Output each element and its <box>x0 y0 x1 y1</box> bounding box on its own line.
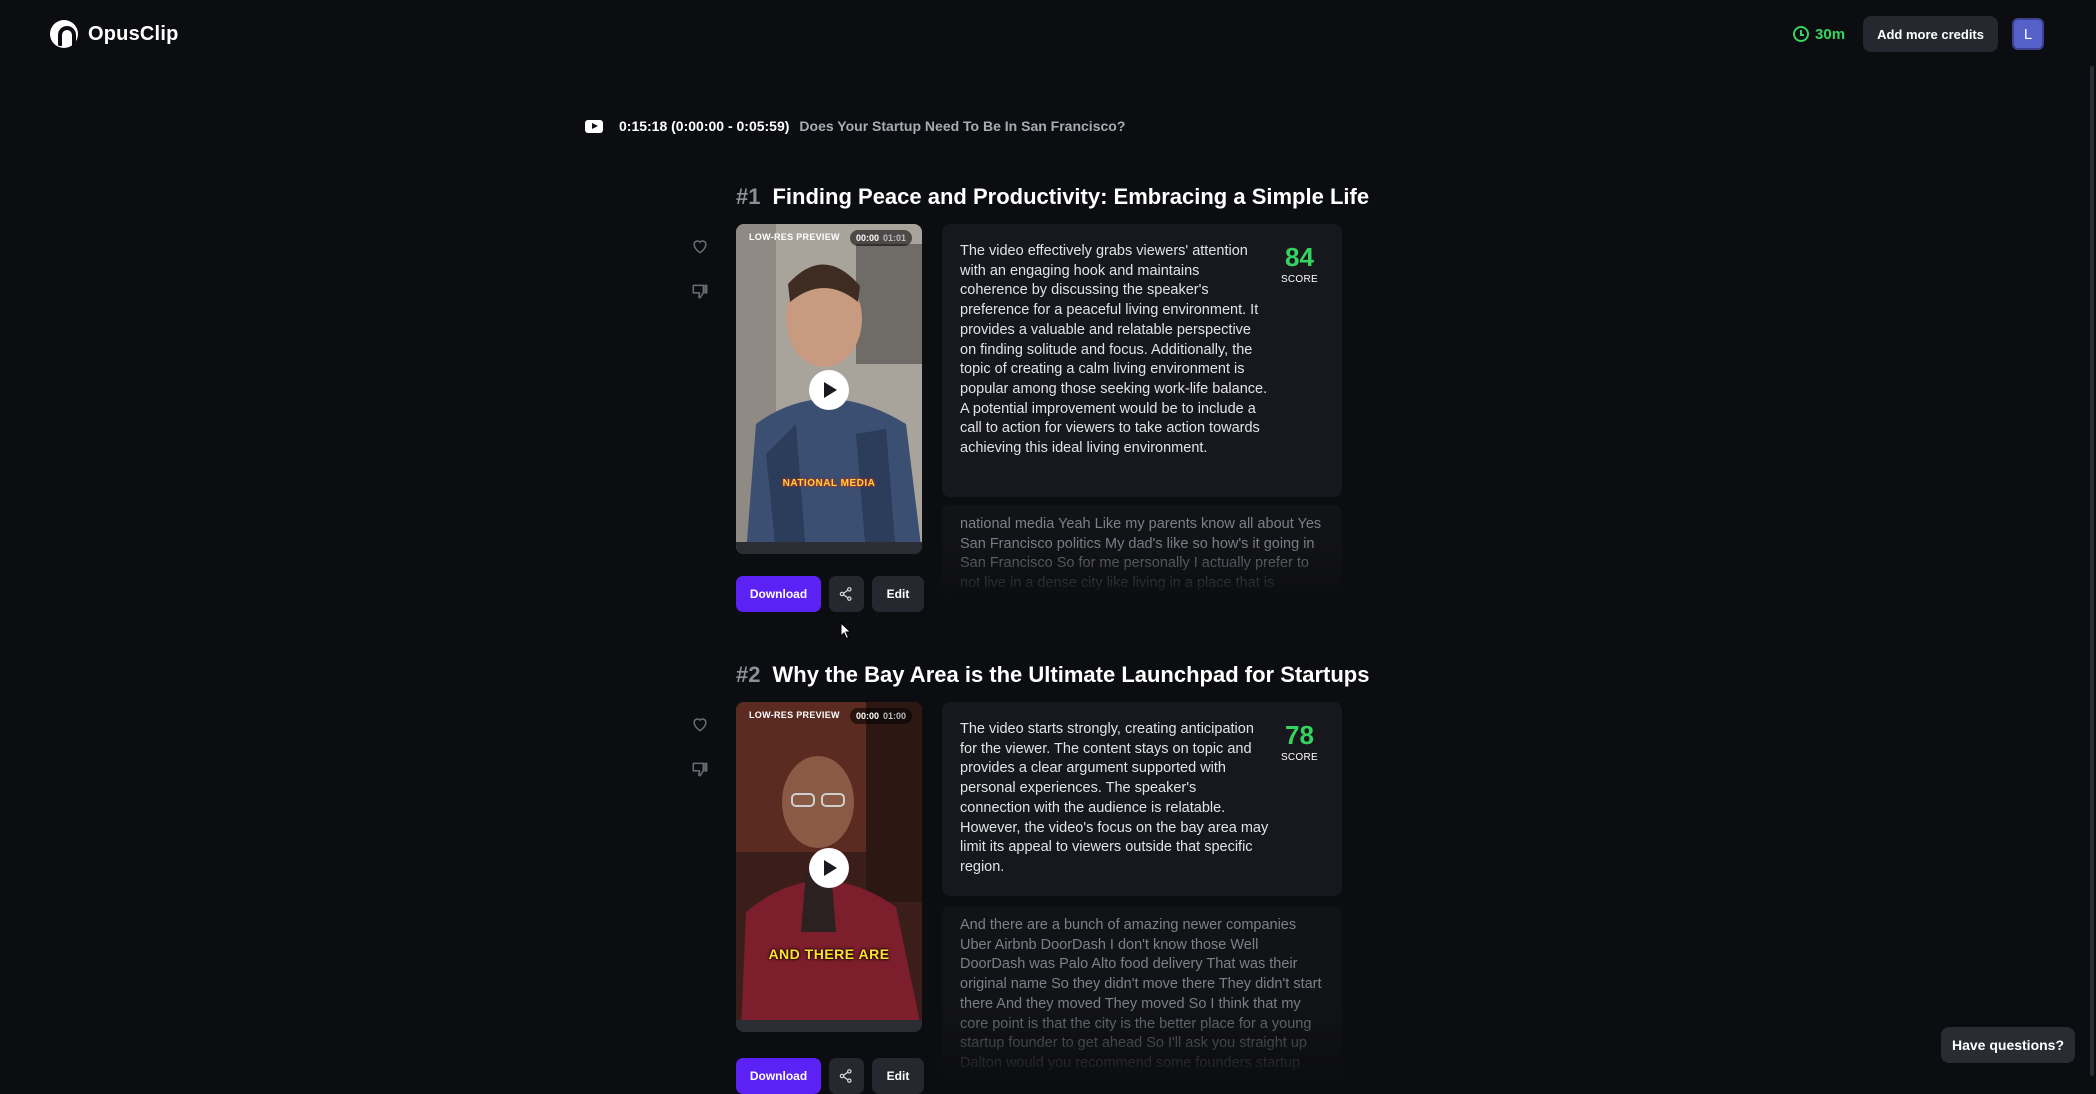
video-progress-bar[interactable] <box>736 542 922 554</box>
time-total: 01:00 <box>882 711 906 721</box>
share-button[interactable] <box>829 1058 864 1094</box>
transcript-panel[interactable]: And there are a bunch of amazing newer c… <box>942 906 1342 1080</box>
time-badge: 00:00 01:01 <box>849 230 912 246</box>
video-caption: AND THERE ARE <box>768 946 890 962</box>
source-video-info: 0:15:18 (0:00:00 - 0:05:59) Does Your St… <box>585 116 1125 136</box>
share-icon <box>839 587 852 601</box>
clip-heading: #2 Why the Bay Area is the Ultimate Laun… <box>736 662 1369 688</box>
video-caption: NATIONAL MEDIA <box>782 478 876 489</box>
opusclip-logo-icon <box>50 20 78 48</box>
share-icon <box>839 1069 852 1083</box>
play-button[interactable] <box>809 370 849 410</box>
logo[interactable]: OpusClip <box>50 20 179 48</box>
preview-label: LOW-RES PREVIEW <box>749 710 840 720</box>
clip-number: #1 <box>736 184 761 209</box>
thumbs-down-icon[interactable] <box>690 760 710 780</box>
app-name: OpusClip <box>88 22 179 45</box>
clip-title: Why the Bay Area is the Ultimate Launchp… <box>772 662 1370 687</box>
edit-button[interactable]: Edit <box>872 1058 924 1094</box>
top-bar: OpusClip 30m Add more credits L <box>0 0 2096 68</box>
score-value: 78 <box>1285 720 1314 750</box>
analysis-text: The video starts strongly, creating anti… <box>960 721 1269 875</box>
video-progress-bar[interactable] <box>736 1020 922 1032</box>
youtube-icon <box>585 119 603 133</box>
help-button[interactable]: Have questions? <box>1941 1027 2075 1063</box>
heart-icon[interactable] <box>690 236 710 256</box>
score-label: SCORE <box>1280 274 1318 285</box>
play-button[interactable] <box>809 848 849 888</box>
clip-card: #2 Why the Bay Area is the Ultimate Laun… <box>690 662 1369 1094</box>
time-current: 00:00 <box>855 233 879 243</box>
scrollbar[interactable] <box>2090 66 2094 1076</box>
add-credits-button[interactable]: Add more credits <box>1863 16 1998 52</box>
clock-icon <box>1793 26 1810 42</box>
mouse-cursor-icon <box>840 622 852 640</box>
credits-value: 30m <box>1815 25 1846 43</box>
edit-button[interactable]: Edit <box>872 576 924 612</box>
video-preview[interactable]: LOW-RES PREVIEW 00:00 01:00 AND THERE AR… <box>736 702 922 1032</box>
share-button[interactable] <box>829 576 864 612</box>
score-badge: 78 SCORE <box>1281 720 1318 763</box>
clip-card: #1 Finding Peace and Productivity: Embra… <box>690 184 1369 624</box>
avatar[interactable]: L <box>2012 18 2044 50</box>
credits-indicator: 30m <box>1793 26 1845 43</box>
transcript-panel[interactable]: national media Yeah Like my parents know… <box>942 505 1342 597</box>
thumbs-down-icon[interactable] <box>690 282 710 302</box>
analysis-panel: The video starts strongly, creating anti… <box>942 702 1342 896</box>
video-preview[interactable]: LOW-RES PREVIEW 00:00 01:01 NATIONAL MED… <box>736 224 922 554</box>
preview-label: LOW-RES PREVIEW <box>749 232 840 242</box>
score-value: 84 <box>1285 242 1314 272</box>
clip-number: #2 <box>736 662 761 687</box>
download-button[interactable]: Download <box>736 576 821 612</box>
score-label: SCORE <box>1280 752 1318 763</box>
transcript-fade <box>942 541 1342 597</box>
source-duration: 0:15:18 (0:00:00 - 0:05:59) <box>619 118 790 134</box>
source-title: Does Your Startup Need To Be In San Fran… <box>799 118 1126 134</box>
transcript-fade <box>942 1001 1342 1080</box>
analysis-panel: The video effectively grabs viewers' att… <box>942 224 1342 497</box>
clip-title: Finding Peace and Productivity: Embracin… <box>772 184 1370 209</box>
heart-icon[interactable] <box>690 714 710 734</box>
time-total: 01:01 <box>882 233 906 243</box>
download-button[interactable]: Download <box>736 1058 821 1094</box>
clip-heading: #1 Finding Peace and Productivity: Embra… <box>736 184 1369 210</box>
time-badge: 00:00 01:00 <box>849 708 912 724</box>
score-badge: 84 SCORE <box>1281 242 1318 285</box>
time-current: 00:00 <box>855 711 879 721</box>
analysis-text: The video effectively grabs viewers' att… <box>960 243 1268 457</box>
